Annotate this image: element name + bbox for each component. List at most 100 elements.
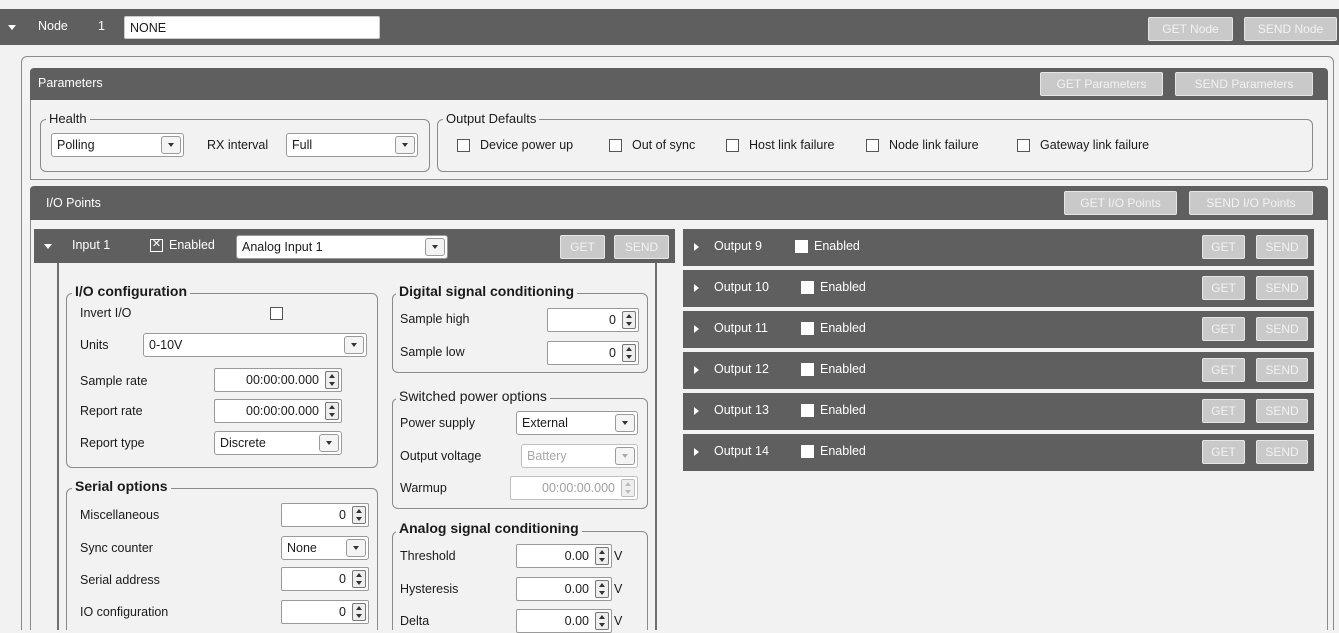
expand-output-icon[interactable] — [694, 325, 699, 333]
rx-interval-select[interactable]: Full — [286, 133, 418, 157]
collapse-node-icon[interactable] — [8, 25, 16, 30]
output-enabled-label: Enabled — [820, 444, 866, 458]
hysteresis-value: 0.00 — [564, 582, 589, 596]
host-link-failure-checkbox[interactable] — [726, 139, 739, 152]
collapse-input-icon[interactable] — [44, 244, 52, 249]
spinner-icon[interactable] — [325, 402, 339, 420]
chevron-down-icon — [344, 336, 364, 354]
output-get-button[interactable]: GET — [1202, 399, 1245, 423]
device-power-up-checkbox[interactable] — [457, 139, 470, 152]
spinner-icon[interactable] — [595, 580, 609, 598]
power-supply-select[interactable]: External — [516, 411, 638, 435]
get-io-points-button[interactable]: GET I/O Points — [1064, 191, 1177, 215]
io-configuration-serial-input[interactable]: 0 — [281, 600, 369, 624]
send-io-points-button[interactable]: SEND I/O Points — [1189, 191, 1313, 215]
units-value: 0-10V — [149, 338, 183, 352]
sample-low-input[interactable]: 0 — [547, 341, 639, 365]
health-legend: Health — [46, 111, 90, 126]
output-label: Output 9 — [714, 239, 762, 253]
power-supply-value: External — [522, 416, 568, 430]
spinner-icon[interactable] — [352, 506, 366, 524]
delta-unit: V — [614, 614, 623, 628]
serial-options-legend: Serial options — [72, 478, 171, 494]
spinner-icon[interactable] — [595, 612, 609, 630]
io-configuration-legend: I/O configuration — [72, 283, 190, 299]
output-get-button[interactable]: GET — [1202, 276, 1245, 300]
spinner-icon[interactable] — [622, 311, 636, 329]
expand-output-icon[interactable] — [694, 366, 699, 374]
output-send-button[interactable]: SEND — [1256, 235, 1308, 259]
output-send-button[interactable]: SEND — [1256, 358, 1308, 382]
send-node-button[interactable]: SEND Node — [1244, 17, 1337, 41]
out-of-sync-checkbox[interactable] — [609, 139, 622, 152]
input-1-enabled-checkbox[interactable] — [150, 238, 163, 252]
spinner-icon[interactable] — [622, 344, 636, 362]
units-select[interactable]: 0-10V — [143, 333, 367, 357]
output-get-button[interactable]: GET — [1202, 358, 1245, 382]
get-node-button[interactable]: GET Node — [1148, 17, 1233, 41]
serial-address-input[interactable]: 0 — [281, 567, 369, 591]
output-send-button[interactable]: SEND — [1256, 399, 1308, 423]
sync-counter-value: None — [287, 541, 317, 555]
gateway-link-failure-checkbox[interactable] — [1017, 139, 1030, 152]
output-enabled-checkbox[interactable] — [801, 445, 814, 458]
output-get-button[interactable]: GET — [1202, 317, 1245, 341]
sample-high-input[interactable]: 0 — [547, 308, 639, 332]
node-link-failure-checkbox[interactable] — [866, 139, 879, 152]
miscellaneous-label: Miscellaneous — [80, 508, 160, 522]
node-link-failure-label: Node link failure — [889, 138, 979, 152]
report-rate-input[interactable]: 00:00:00.000 — [214, 399, 342, 423]
expand-output-icon[interactable] — [694, 448, 699, 456]
expand-output-icon[interactable] — [694, 284, 699, 292]
output-get-button[interactable]: GET — [1202, 440, 1245, 464]
output-voltage-select[interactable]: Battery — [521, 444, 638, 468]
report-type-select[interactable]: Discrete — [214, 431, 342, 455]
threshold-input[interactable]: 0.00 — [516, 544, 612, 568]
hysteresis-input[interactable]: 0.00 — [516, 577, 612, 601]
output-send-button[interactable]: SEND — [1256, 440, 1308, 464]
input-type-select[interactable]: Analog Input 1 — [236, 235, 448, 259]
invert-io-label: Invert I/O — [80, 306, 132, 320]
serial-address-value: 0 — [339, 572, 346, 586]
spinner-icon[interactable] — [621, 479, 635, 497]
expand-output-icon[interactable] — [694, 243, 699, 251]
output-send-button[interactable]: SEND — [1256, 276, 1308, 300]
sync-counter-select[interactable]: None — [281, 536, 369, 560]
health-mode-select[interactable]: Polling — [51, 133, 184, 157]
output-enabled-checkbox[interactable] — [801, 281, 814, 294]
expand-output-icon[interactable] — [694, 407, 699, 415]
spinner-icon[interactable] — [352, 570, 366, 588]
power-supply-label: Power supply — [400, 416, 476, 430]
send-parameters-button[interactable]: SEND Parameters — [1175, 72, 1313, 96]
output-enabled-checkbox[interactable] — [795, 240, 808, 253]
miscellaneous-input[interactable]: 0 — [281, 503, 369, 527]
delta-input[interactable]: 0.00 — [516, 609, 612, 633]
spinner-icon[interactable] — [595, 547, 609, 565]
threshold-label: Threshold — [400, 549, 456, 563]
gateway-link-failure-label: Gateway link failure — [1040, 138, 1150, 152]
output-enabled-checkbox[interactable] — [801, 322, 814, 335]
input-1-get-button[interactable]: GET — [560, 235, 605, 259]
output-enabled-checkbox[interactable] — [801, 404, 814, 417]
sample-low-label: Sample low — [400, 345, 465, 359]
output-send-button[interactable]: SEND — [1256, 317, 1308, 341]
output-get-button[interactable]: GET — [1202, 235, 1245, 259]
sync-counter-label: Sync counter — [80, 541, 153, 555]
node-name-input[interactable]: NONE — [124, 16, 380, 39]
input-type-value: Analog Input 1 — [242, 240, 323, 254]
warmup-input[interactable]: 00:00:00.000 — [510, 476, 638, 500]
output-enabled-label: Enabled — [820, 362, 866, 376]
rx-interval-value: Full — [292, 138, 313, 152]
io-points-title: I/O Points — [46, 196, 101, 210]
output-enabled-label: Enabled — [820, 321, 866, 335]
spinner-icon[interactable] — [325, 371, 339, 389]
sample-rate-input[interactable]: 00:00:00.000 — [214, 368, 342, 392]
report-rate-label: Report rate — [80, 404, 143, 418]
get-parameters-button[interactable]: GET Parameters — [1040, 72, 1163, 96]
invert-io-checkbox[interactable] — [270, 307, 283, 320]
spinner-icon[interactable] — [352, 603, 366, 621]
output-enabled-checkbox[interactable] — [801, 363, 814, 376]
output-label: Output 10 — [714, 280, 769, 294]
input-1-send-button[interactable]: SEND — [614, 235, 669, 259]
sample-high-label: Sample high — [400, 312, 470, 326]
